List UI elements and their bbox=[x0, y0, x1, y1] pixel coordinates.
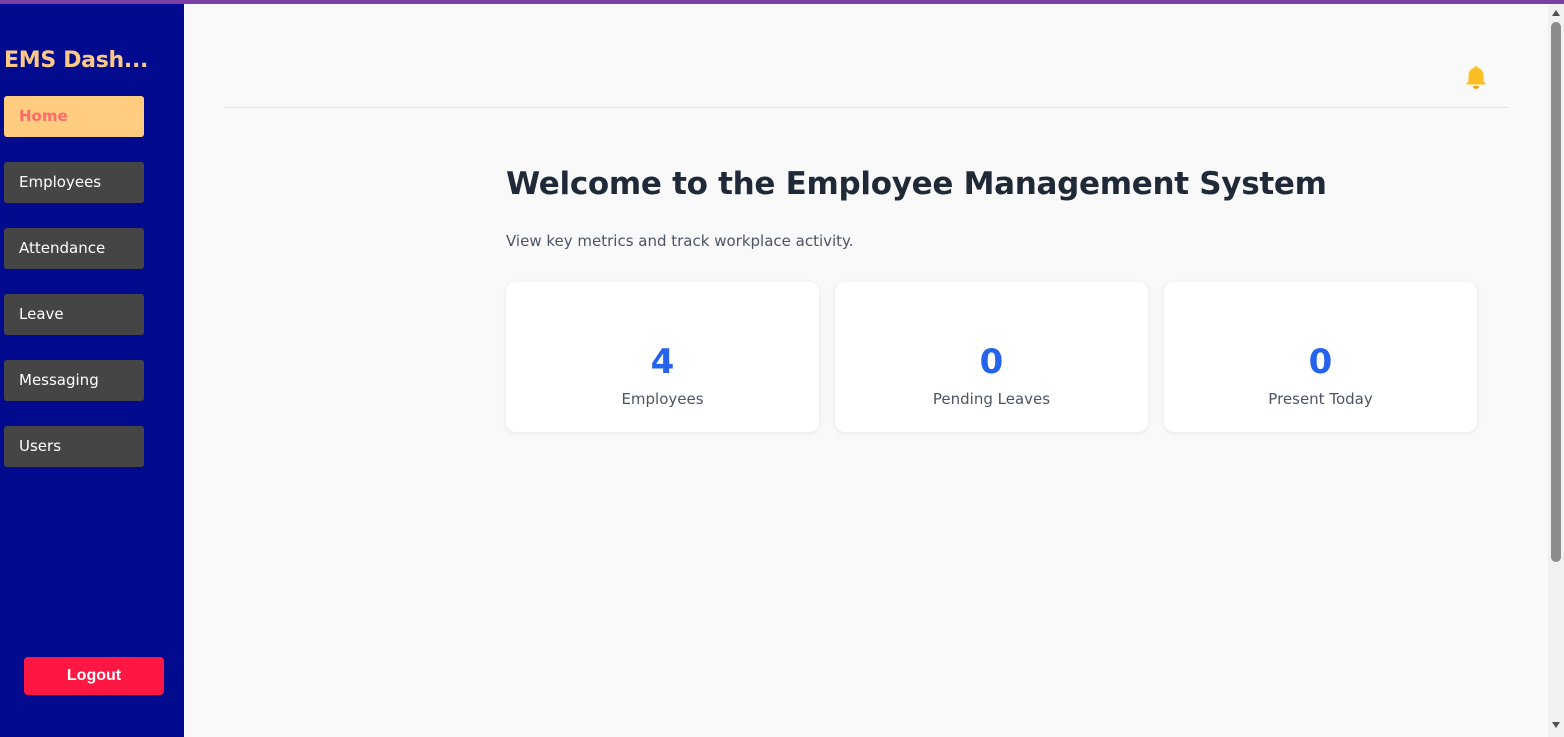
stat-card-pending-leaves: 0 Pending Leaves bbox=[835, 282, 1148, 432]
stat-card-employees: 4 Employees bbox=[506, 282, 819, 432]
sidebar-item-users[interactable]: Users bbox=[4, 426, 144, 467]
scroll-up-arrow-icon[interactable] bbox=[1552, 10, 1560, 16]
stat-label: Present Today bbox=[1268, 390, 1373, 408]
stat-label: Employees bbox=[621, 390, 704, 408]
sidebar: EMS Dash... Home Employees Attendance Le… bbox=[0, 4, 184, 737]
brand-title: EMS Dash... bbox=[4, 48, 149, 73]
sidebar-item-messaging[interactable]: Messaging bbox=[4, 360, 144, 401]
header-divider bbox=[224, 107, 1509, 108]
stat-value: 0 bbox=[979, 342, 1004, 382]
bell-icon-graphic bbox=[1466, 66, 1486, 89]
main-content: Welcome to the Employee Management Syste… bbox=[184, 4, 1548, 737]
sidebar-item-attendance[interactable]: Attendance bbox=[4, 228, 144, 269]
vertical-scrollbar[interactable] bbox=[1548, 4, 1564, 737]
bell-icon[interactable] bbox=[1463, 64, 1489, 92]
scrollbar-thumb[interactable] bbox=[1551, 22, 1561, 562]
stat-value: 4 bbox=[650, 342, 675, 382]
stat-label: Pending Leaves bbox=[932, 390, 1051, 408]
sidebar-item-leave[interactable]: Leave bbox=[4, 294, 144, 335]
stat-card-present-today: 0 Present Today bbox=[1164, 282, 1477, 432]
page-subtitle: View key metrics and track workplace act… bbox=[506, 232, 854, 250]
scroll-down-arrow-icon[interactable] bbox=[1552, 722, 1560, 728]
sidebar-item-employees[interactable]: Employees bbox=[4, 162, 144, 203]
logout-button[interactable]: Logout bbox=[24, 657, 164, 695]
stat-value: 0 bbox=[1308, 342, 1333, 382]
page-title: Welcome to the Employee Management Syste… bbox=[506, 166, 1327, 202]
sidebar-item-home[interactable]: Home bbox=[4, 96, 144, 137]
